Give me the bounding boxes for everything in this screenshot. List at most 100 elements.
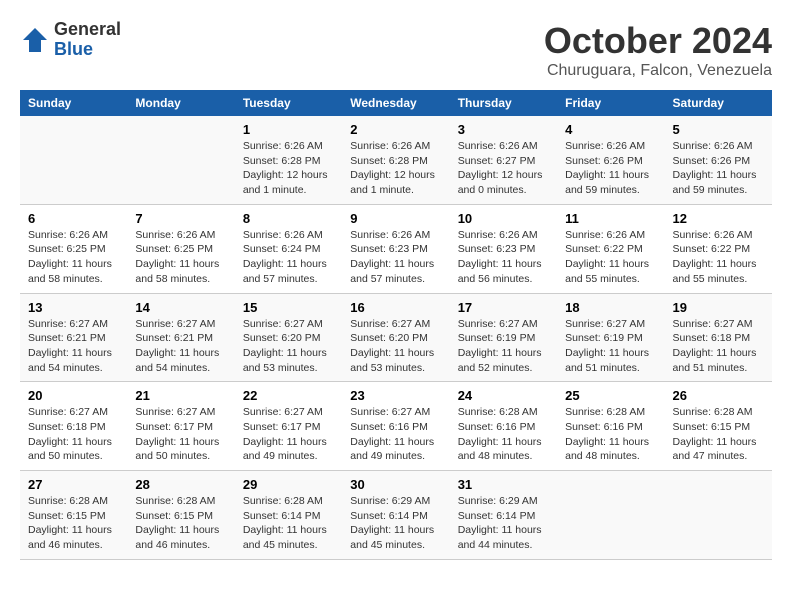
- calendar-week-row: 13 Sunrise: 6:27 AMSunset: 6:21 PMDayligh…: [20, 293, 772, 382]
- calendar-cell: 16 Sunrise: 6:27 AMSunset: 6:20 PMDayligh…: [342, 293, 449, 382]
- day-number: 2: [350, 122, 441, 137]
- weekday-header-tuesday: Tuesday: [235, 90, 342, 116]
- day-number: 15: [243, 300, 334, 315]
- title-block: October 2024 Churuguara, Falcon, Venezue…: [544, 20, 772, 80]
- calendar-cell: 14Sunrise: 6:27 AMSunset: 6:21 PMDayligh…: [127, 293, 234, 382]
- day-info: Sunrise: 6:26 AMSunset: 6:22 PMDaylight:…: [565, 228, 656, 287]
- day-info: Sunrise: 6:26 AMSunset: 6:24 PMDaylight:…: [243, 228, 334, 287]
- calendar-cell: 6 Sunrise: 6:26 AMSunset: 6:25 PMDaylight…: [20, 204, 127, 293]
- calendar-cell: [665, 471, 772, 560]
- day-number: 6: [28, 211, 119, 226]
- day-info: Sunrise: 6:26 AMSunset: 6:23 PMDaylight:…: [350, 228, 441, 287]
- day-number: 5: [673, 122, 764, 137]
- day-info: Sunrise: 6:26 AMSunset: 6:28 PMDaylight:…: [350, 139, 441, 198]
- calendar-cell: 4 Sunrise: 6:26 AMSunset: 6:26 PMDaylight…: [557, 116, 664, 204]
- calendar-cell: 10Sunrise: 6:26 AMSunset: 6:23 PMDayligh…: [450, 204, 557, 293]
- calendar-cell: 5Sunrise: 6:26 AMSunset: 6:26 PMDaylight…: [665, 116, 772, 204]
- weekday-header-wednesday: Wednesday: [342, 90, 449, 116]
- calendar-cell: 18 Sunrise: 6:27 AMSunset: 6:19 PMDayligh…: [557, 293, 664, 382]
- day-number: 4: [565, 122, 656, 137]
- weekday-header-monday: Monday: [127, 90, 234, 116]
- logo-blue-text: Blue: [54, 40, 121, 60]
- calendar-cell: 1 Sunrise: 6:26 AMSunset: 6:28 PMDaylight…: [235, 116, 342, 204]
- day-info: Sunrise: 6:26 AMSunset: 6:25 PMDaylight:…: [135, 228, 226, 287]
- day-number: 27: [28, 477, 119, 492]
- day-number: 28: [135, 477, 226, 492]
- calendar-cell: 26 Sunrise: 6:28 AMSunset: 6:15 PMDayligh…: [665, 382, 772, 471]
- day-info: Sunrise: 6:27 AMSunset: 6:20 PMDaylight:…: [243, 317, 334, 376]
- day-number: 24: [458, 388, 549, 403]
- day-info: Sunrise: 6:29 AMSunset: 6:14 PMDaylight:…: [350, 494, 441, 553]
- day-info: Sunrise: 6:27 AMSunset: 6:20 PMDaylight:…: [350, 317, 441, 376]
- day-info: Sunrise: 6:26 AMSunset: 6:25 PMDaylight:…: [28, 228, 119, 287]
- day-info: Sunrise: 6:27 AMSunset: 6:17 PMDaylight:…: [243, 405, 334, 464]
- day-info: Sunrise: 6:26 AMSunset: 6:22 PMDaylight:…: [673, 228, 764, 287]
- calendar-cell: [557, 471, 664, 560]
- calendar-cell: 9Sunrise: 6:26 AMSunset: 6:23 PMDaylight…: [342, 204, 449, 293]
- weekday-header-row: SundayMondayTuesdayWednesdayThursdayFrid…: [20, 90, 772, 116]
- calendar-week-row: 20 Sunrise: 6:27 AMSunset: 6:18 PMDayligh…: [20, 382, 772, 471]
- day-info: Sunrise: 6:28 AMSunset: 6:15 PMDaylight:…: [135, 494, 226, 553]
- calendar-cell: 7 Sunrise: 6:26 AMSunset: 6:25 PMDaylight…: [127, 204, 234, 293]
- calendar-week-row: 1 Sunrise: 6:26 AMSunset: 6:28 PMDaylight…: [20, 116, 772, 204]
- logo: General Blue: [20, 20, 121, 60]
- calendar-cell: 19 Sunrise: 6:27 AMSunset: 6:18 PMDayligh…: [665, 293, 772, 382]
- day-number: 8: [243, 211, 334, 226]
- calendar-cell: [20, 116, 127, 204]
- calendar-cell: 27Sunrise: 6:28 AMSunset: 6:15 PMDayligh…: [20, 471, 127, 560]
- day-number: 31: [458, 477, 549, 492]
- calendar-cell: [127, 116, 234, 204]
- day-info: Sunrise: 6:26 AMSunset: 6:26 PMDaylight:…: [565, 139, 656, 198]
- day-number: 7: [135, 211, 226, 226]
- day-number: 18: [565, 300, 656, 315]
- day-number: 3: [458, 122, 549, 137]
- day-number: 29: [243, 477, 334, 492]
- logo-icon: [20, 25, 50, 55]
- day-info: Sunrise: 6:28 AMSunset: 6:16 PMDaylight:…: [458, 405, 549, 464]
- day-info: Sunrise: 6:26 AMSunset: 6:28 PMDaylight:…: [243, 139, 334, 198]
- day-info: Sunrise: 6:27 AMSunset: 6:19 PMDaylight:…: [565, 317, 656, 376]
- day-number: 20: [28, 388, 119, 403]
- day-info: Sunrise: 6:27 AMSunset: 6:18 PMDaylight:…: [673, 317, 764, 376]
- day-info: Sunrise: 6:28 AMSunset: 6:14 PMDaylight:…: [243, 494, 334, 553]
- calendar-table: SundayMondayTuesdayWednesdayThursdayFrid…: [20, 90, 772, 560]
- day-info: Sunrise: 6:28 AMSunset: 6:16 PMDaylight:…: [565, 405, 656, 464]
- day-number: 13: [28, 300, 119, 315]
- calendar-cell: 30Sunrise: 6:29 AMSunset: 6:14 PMDayligh…: [342, 471, 449, 560]
- day-number: 12: [673, 211, 764, 226]
- day-info: Sunrise: 6:27 AMSunset: 6:17 PMDaylight:…: [135, 405, 226, 464]
- calendar-cell: 22Sunrise: 6:27 AMSunset: 6:17 PMDayligh…: [235, 382, 342, 471]
- calendar-cell: 3 Sunrise: 6:26 AMSunset: 6:27 PMDaylight…: [450, 116, 557, 204]
- day-number: 23: [350, 388, 441, 403]
- weekday-header-saturday: Saturday: [665, 90, 772, 116]
- calendar-cell: 31 Sunrise: 6:29 AMSunset: 6:14 PMDayligh…: [450, 471, 557, 560]
- day-number: 11: [565, 211, 656, 226]
- day-info: Sunrise: 6:27 AMSunset: 6:18 PMDaylight:…: [28, 405, 119, 464]
- day-info: Sunrise: 6:27 AMSunset: 6:21 PMDaylight:…: [135, 317, 226, 376]
- weekday-header-thursday: Thursday: [450, 90, 557, 116]
- day-number: 16: [350, 300, 441, 315]
- page-header: General Blue October 2024 Churuguara, Fa…: [20, 20, 772, 80]
- day-number: 1: [243, 122, 334, 137]
- day-number: 21: [135, 388, 226, 403]
- calendar-week-row: 27 Sunrise: 6:28 AMSunset: 6:15 PMDayligh…: [20, 471, 772, 560]
- day-info: Sunrise: 6:28 AMSunset: 6:15 PMDaylight:…: [673, 405, 764, 464]
- calendar-cell: 17Sunrise: 6:27 AMSunset: 6:19 PMDayligh…: [450, 293, 557, 382]
- location-text: Churuguara, Falcon, Venezuela: [544, 62, 772, 80]
- day-number: 26: [673, 388, 764, 403]
- calendar-cell: 13Sunrise: 6:27 AMSunset: 6:21 PMDayligh…: [20, 293, 127, 382]
- calendar-cell: 28 Sunrise: 6:28 AMSunset: 6:15 PMDayligh…: [127, 471, 234, 560]
- calendar-cell: 21 Sunrise: 6:27 AMSunset: 6:17 PMDayligh…: [127, 382, 234, 471]
- day-number: 19: [673, 300, 764, 315]
- calendar-cell: 24 Sunrise: 6:28 AMSunset: 6:16 PMDayligh…: [450, 382, 557, 471]
- calendar-cell: 25 Sunrise: 6:28 AMSunset: 6:16 PMDayligh…: [557, 382, 664, 471]
- day-info: Sunrise: 6:29 AMSunset: 6:14 PMDaylight:…: [458, 494, 549, 553]
- day-number: 17: [458, 300, 549, 315]
- logo-general-text: General: [54, 20, 121, 40]
- calendar-week-row: 6 Sunrise: 6:26 AMSunset: 6:25 PMDaylight…: [20, 204, 772, 293]
- calendar-cell: 12 Sunrise: 6:26 AMSunset: 6:22 PMDayligh…: [665, 204, 772, 293]
- day-info: Sunrise: 6:26 AMSunset: 6:27 PMDaylight:…: [458, 139, 549, 198]
- calendar-cell: 29 Sunrise: 6:28 AMSunset: 6:14 PMDayligh…: [235, 471, 342, 560]
- calendar-cell: 20 Sunrise: 6:27 AMSunset: 6:18 PMDayligh…: [20, 382, 127, 471]
- day-number: 25: [565, 388, 656, 403]
